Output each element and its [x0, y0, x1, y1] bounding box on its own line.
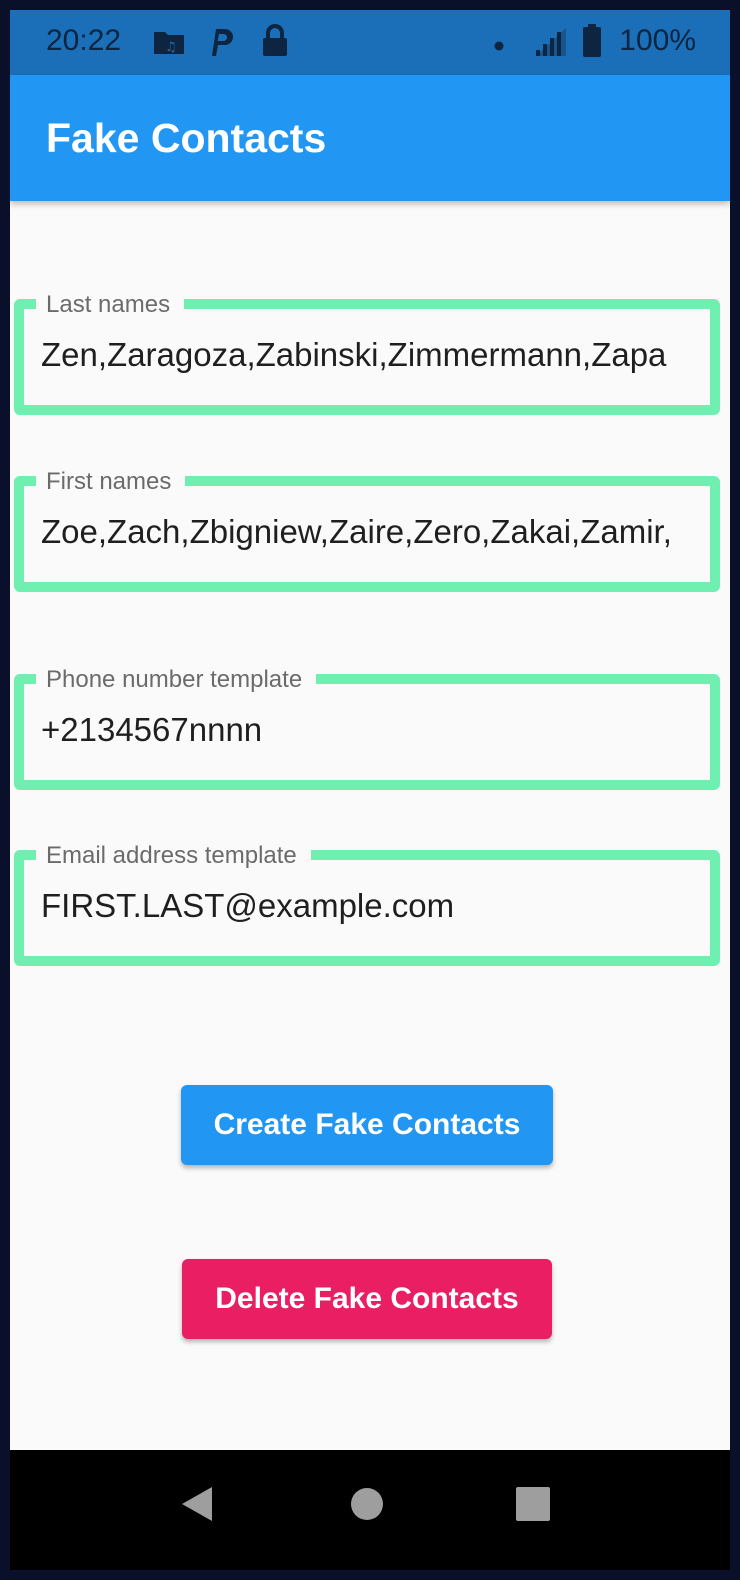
signal-icon [534, 26, 568, 63]
last-names-input[interactable]: Zen,Zaragoza,Zabinski,Zimmermann,Zapa [41, 335, 702, 375]
home-icon[interactable] [350, 1484, 384, 1529]
battery-percentage: 100% [619, 24, 696, 57]
email-template-label: Email address template [36, 842, 311, 870]
p-icon [208, 26, 236, 63]
email-template-field[interactable]: Email address template FIRST.LAST@exampl… [14, 842, 720, 966]
app-title: Fake Contacts [46, 115, 327, 161]
phone-template-field[interactable]: Phone number template +2134567nnnn [14, 666, 720, 790]
delete-fake-contacts-button[interactable]: Delete Fake Contacts [182, 1259, 552, 1339]
svg-text:♫: ♫ [165, 40, 177, 55]
app-screen: 20:22 ♫ 100% Fake Contacts Last names Ze… [10, 10, 730, 1570]
navigation-bar [10, 1450, 730, 1570]
phone-template-label: Phone number template [36, 666, 317, 694]
dot-icon [494, 38, 504, 56]
last-names-field[interactable]: Last names Zen,Zaragoza,Zabinski,Zimmerm… [14, 291, 720, 415]
status-bar: 20:22 ♫ 100% [10, 10, 730, 75]
folder-music-icon: ♫ [152, 28, 186, 61]
phone-template-input[interactable]: +2134567nnnn [41, 710, 702, 750]
app-bar: Fake Contacts [10, 75, 730, 201]
lock-icon [260, 24, 290, 63]
first-names-field[interactable]: First names Zoe,Zach,Zbigniew,Zaire,Zero… [14, 468, 720, 592]
last-names-label: Last names [36, 291, 185, 319]
email-template-input[interactable]: FIRST.LAST@example.com [41, 886, 702, 926]
first-names-label: First names [36, 468, 186, 496]
first-names-input[interactable]: Zoe,Zach,Zbigniew,Zaire,Zero,Zakai,Zamir… [41, 512, 702, 552]
create-fake-contacts-button[interactable]: Create Fake Contacts [181, 1085, 553, 1165]
status-time: 20:22 [46, 24, 122, 57]
back-icon[interactable] [178, 1484, 218, 1529]
recents-icon[interactable] [515, 1484, 551, 1529]
battery-icon [582, 24, 602, 63]
